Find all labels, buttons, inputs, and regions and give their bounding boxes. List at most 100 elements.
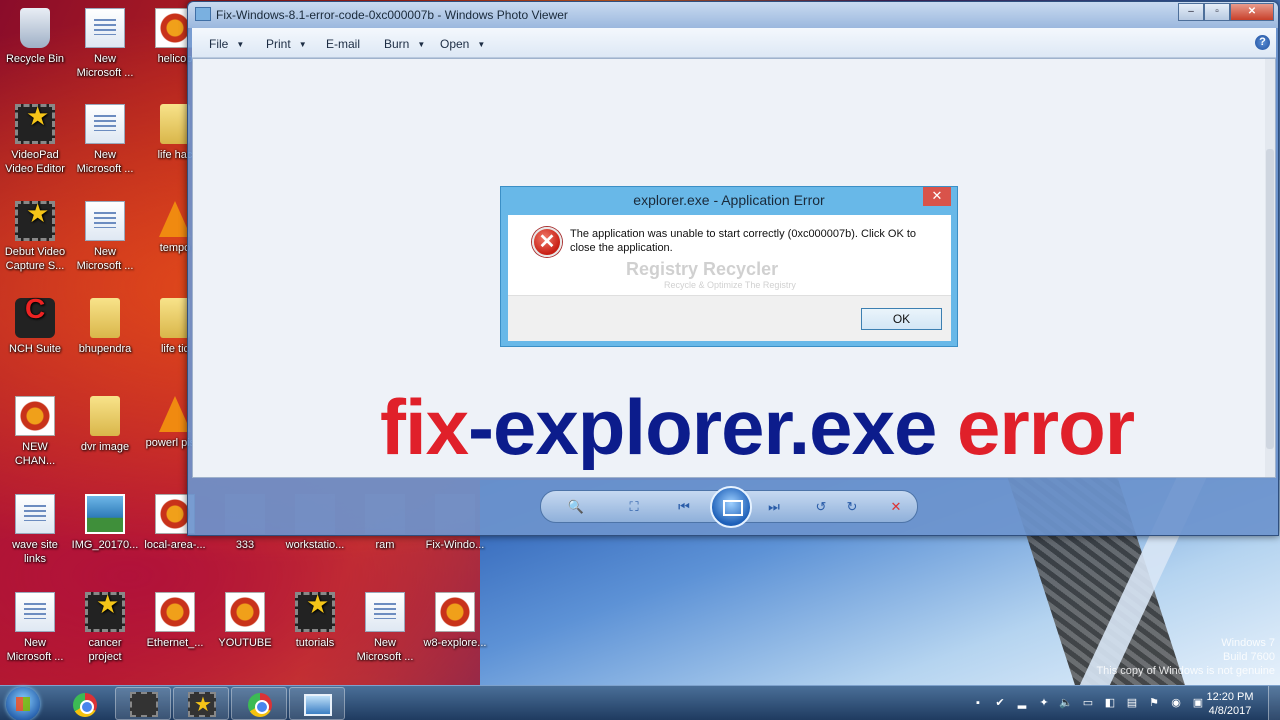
menu-bar: File ▼ Print ▼ E-mail Burn ▼ Open ▼ ? bbox=[192, 28, 1276, 58]
chevron-down-icon: ▼ bbox=[477, 40, 486, 49]
folder-icon bbox=[160, 104, 190, 144]
taskbar-debut[interactable] bbox=[115, 687, 171, 720]
window-title: Fix-Windows-8.1-error-code-0xc000007b - … bbox=[216, 8, 568, 22]
registry-recycler-watermark: Registry Recycler Recycle & Optimize The … bbox=[626, 259, 796, 290]
zoom-icon[interactable]: 🔍 bbox=[567, 498, 585, 516]
overlay-caption: fix-explorer.exe error bbox=[380, 382, 1135, 473]
clock-date: 4/8/2017 bbox=[1208, 705, 1252, 717]
document-icon bbox=[85, 104, 125, 144]
maximize-button[interactable]: ▫ bbox=[1204, 3, 1230, 21]
show-desktop-button[interactable] bbox=[1268, 686, 1280, 720]
document-icon bbox=[15, 592, 55, 632]
error-message: The application was unable to start corr… bbox=[570, 228, 917, 254]
photo-viewer-app-icon bbox=[195, 7, 211, 21]
debut-video-icon bbox=[15, 201, 55, 241]
taskbar-chrome[interactable] bbox=[56, 687, 112, 720]
volume-icon[interactable]: 🔈 bbox=[1058, 695, 1074, 711]
taskbar-chrome-2[interactable] bbox=[231, 687, 287, 720]
scrollbar-thumb[interactable] bbox=[1266, 149, 1274, 449]
nch-suite-icon bbox=[15, 298, 55, 338]
network-icon[interactable]: ▭ bbox=[1080, 695, 1096, 711]
dialog-title: explorer.exe - Application Error bbox=[633, 192, 825, 208]
ok-button[interactable]: OK bbox=[861, 308, 942, 330]
menu-email[interactable]: E-mail bbox=[326, 37, 360, 51]
desktop-icon-doc[interactable]: New Microsoft ... bbox=[71, 201, 139, 273]
delete-icon[interactable]: ✕ bbox=[887, 498, 905, 516]
photo-icon bbox=[225, 592, 265, 632]
desktop-icon-dvr[interactable]: dvr image bbox=[71, 396, 139, 454]
desktop-icon-videopad[interactable]: VideoPad Video Editor bbox=[1, 104, 69, 176]
desktop-icon-img[interactable]: IMG_20170... bbox=[71, 494, 139, 552]
chevron-down-icon: ▼ bbox=[298, 40, 307, 49]
desktop-icon-doc[interactable]: New Microsoft ... bbox=[1, 592, 69, 664]
document-icon bbox=[85, 201, 125, 241]
tray-icon-1[interactable]: ▪ bbox=[970, 695, 986, 711]
desktop-icon-recycle-bin[interactable]: Recycle Bin bbox=[1, 8, 69, 66]
film-icon bbox=[130, 692, 158, 717]
chrome-icon bbox=[248, 693, 272, 717]
minimize-button[interactable]: – bbox=[1178, 3, 1204, 21]
menu-file[interactable]: File ▼ bbox=[209, 37, 244, 51]
recycle-bin-icon bbox=[20, 8, 50, 48]
taskbar: ▪ ✔ ▂ ✦ 🔈 ▭ ◧ ▤ ⚑ ◉ ▣ 12:20 PM 4/8/2017 bbox=[0, 685, 1280, 720]
chrome-icon bbox=[73, 693, 97, 717]
desktop-icon-wave[interactable]: wave site links bbox=[1, 494, 69, 566]
caption-part-error: error bbox=[957, 383, 1135, 471]
action-center-icon[interactable]: ⚑ bbox=[1146, 695, 1162, 711]
desktop-icon-cancer[interactable]: cancer project bbox=[71, 592, 139, 664]
tray-icon-7[interactable]: ◧ bbox=[1102, 695, 1118, 711]
title-bar[interactable]: Fix-Windows-8.1-error-code-0xc000007b - … bbox=[188, 2, 1278, 28]
desktop-icon-doc[interactable]: New Microsoft ... bbox=[71, 8, 139, 80]
tray-icon-4[interactable]: ✦ bbox=[1036, 695, 1052, 711]
tray-icon-10[interactable]: ◉ bbox=[1168, 695, 1184, 711]
tray-icon-8[interactable]: ▤ bbox=[1124, 695, 1140, 711]
film-star-icon bbox=[85, 592, 125, 632]
chevron-down-icon: ▼ bbox=[236, 40, 245, 49]
taskbar-photo-viewer[interactable] bbox=[289, 687, 345, 720]
previous-icon[interactable]: ⏮ bbox=[675, 498, 693, 516]
rotate-left-icon[interactable]: ↺ bbox=[812, 498, 830, 516]
actual-size-icon[interactable]: ⛶ bbox=[625, 498, 643, 516]
application-error-dialog: explorer.exe - Application Error ✕ ✕ The… bbox=[500, 186, 958, 347]
menu-burn[interactable]: Burn ▼ bbox=[384, 37, 425, 51]
desktop-icon-tutorials[interactable]: tutorials bbox=[281, 592, 349, 650]
viewer-control-bar: 🔍 ⛶ ⏮ ⏭ ↺ ↻ ✕ bbox=[540, 486, 918, 528]
clock[interactable]: 12:20 PM 4/8/2017 bbox=[1200, 690, 1260, 718]
vertical-scrollbar[interactable] bbox=[1265, 59, 1275, 477]
close-button[interactable]: ✕ bbox=[1230, 3, 1274, 21]
chevron-down-icon: ▼ bbox=[417, 40, 426, 49]
desktop-icon-w8-explorer[interactable]: w8-explore... bbox=[421, 592, 489, 650]
desktop-icon-youtube[interactable]: YOUTUBE bbox=[211, 592, 279, 650]
desktop-icon-nch[interactable]: NCH Suite bbox=[1, 298, 69, 356]
help-icon[interactable]: ? bbox=[1255, 35, 1270, 50]
slideshow-button[interactable] bbox=[710, 486, 752, 528]
folder-icon bbox=[160, 298, 190, 338]
folder-icon bbox=[90, 298, 120, 338]
desktop-icon-new-chan[interactable]: NEW CHAN... bbox=[1, 396, 69, 468]
caption-part-explorer: -explorer.exe bbox=[468, 383, 957, 471]
taskbar-videopad[interactable] bbox=[173, 687, 229, 720]
photo-icon bbox=[435, 592, 475, 632]
genuine-notice: Windows 7 Build 7600 This copy of Window… bbox=[1096, 637, 1275, 677]
menu-print[interactable]: Print ▼ bbox=[266, 37, 307, 51]
desktop-icon-doc[interactable]: New Microsoft ... bbox=[351, 592, 419, 664]
videopad-icon bbox=[188, 692, 216, 717]
next-icon[interactable]: ⏭ bbox=[765, 498, 783, 516]
caption-part-fix: fix bbox=[380, 383, 469, 471]
photo-viewer-icon bbox=[304, 694, 332, 716]
folder-icon bbox=[90, 396, 120, 436]
desktop-icon-doc[interactable]: New Microsoft ... bbox=[71, 104, 139, 176]
desktop-icon-bhupendra[interactable]: bhupendra bbox=[71, 298, 139, 356]
signal-icon[interactable]: ▂ bbox=[1014, 695, 1030, 711]
image-icon bbox=[85, 494, 125, 534]
dialog-close-button[interactable]: ✕ bbox=[923, 187, 951, 206]
start-button[interactable] bbox=[6, 687, 40, 720]
rotate-right-icon[interactable]: ↻ bbox=[843, 498, 861, 516]
desktop-icon-debut[interactable]: Debut Video Capture S... bbox=[1, 201, 69, 273]
tray-icon-2[interactable]: ✔ bbox=[992, 695, 1008, 711]
document-icon bbox=[85, 8, 125, 48]
menu-open[interactable]: Open ▼ bbox=[440, 37, 485, 51]
desktop-icon-ethernet[interactable]: Ethernet_... bbox=[141, 592, 209, 650]
document-icon bbox=[365, 592, 405, 632]
dialog-body: ✕ The application was unable to start co… bbox=[508, 215, 951, 341]
